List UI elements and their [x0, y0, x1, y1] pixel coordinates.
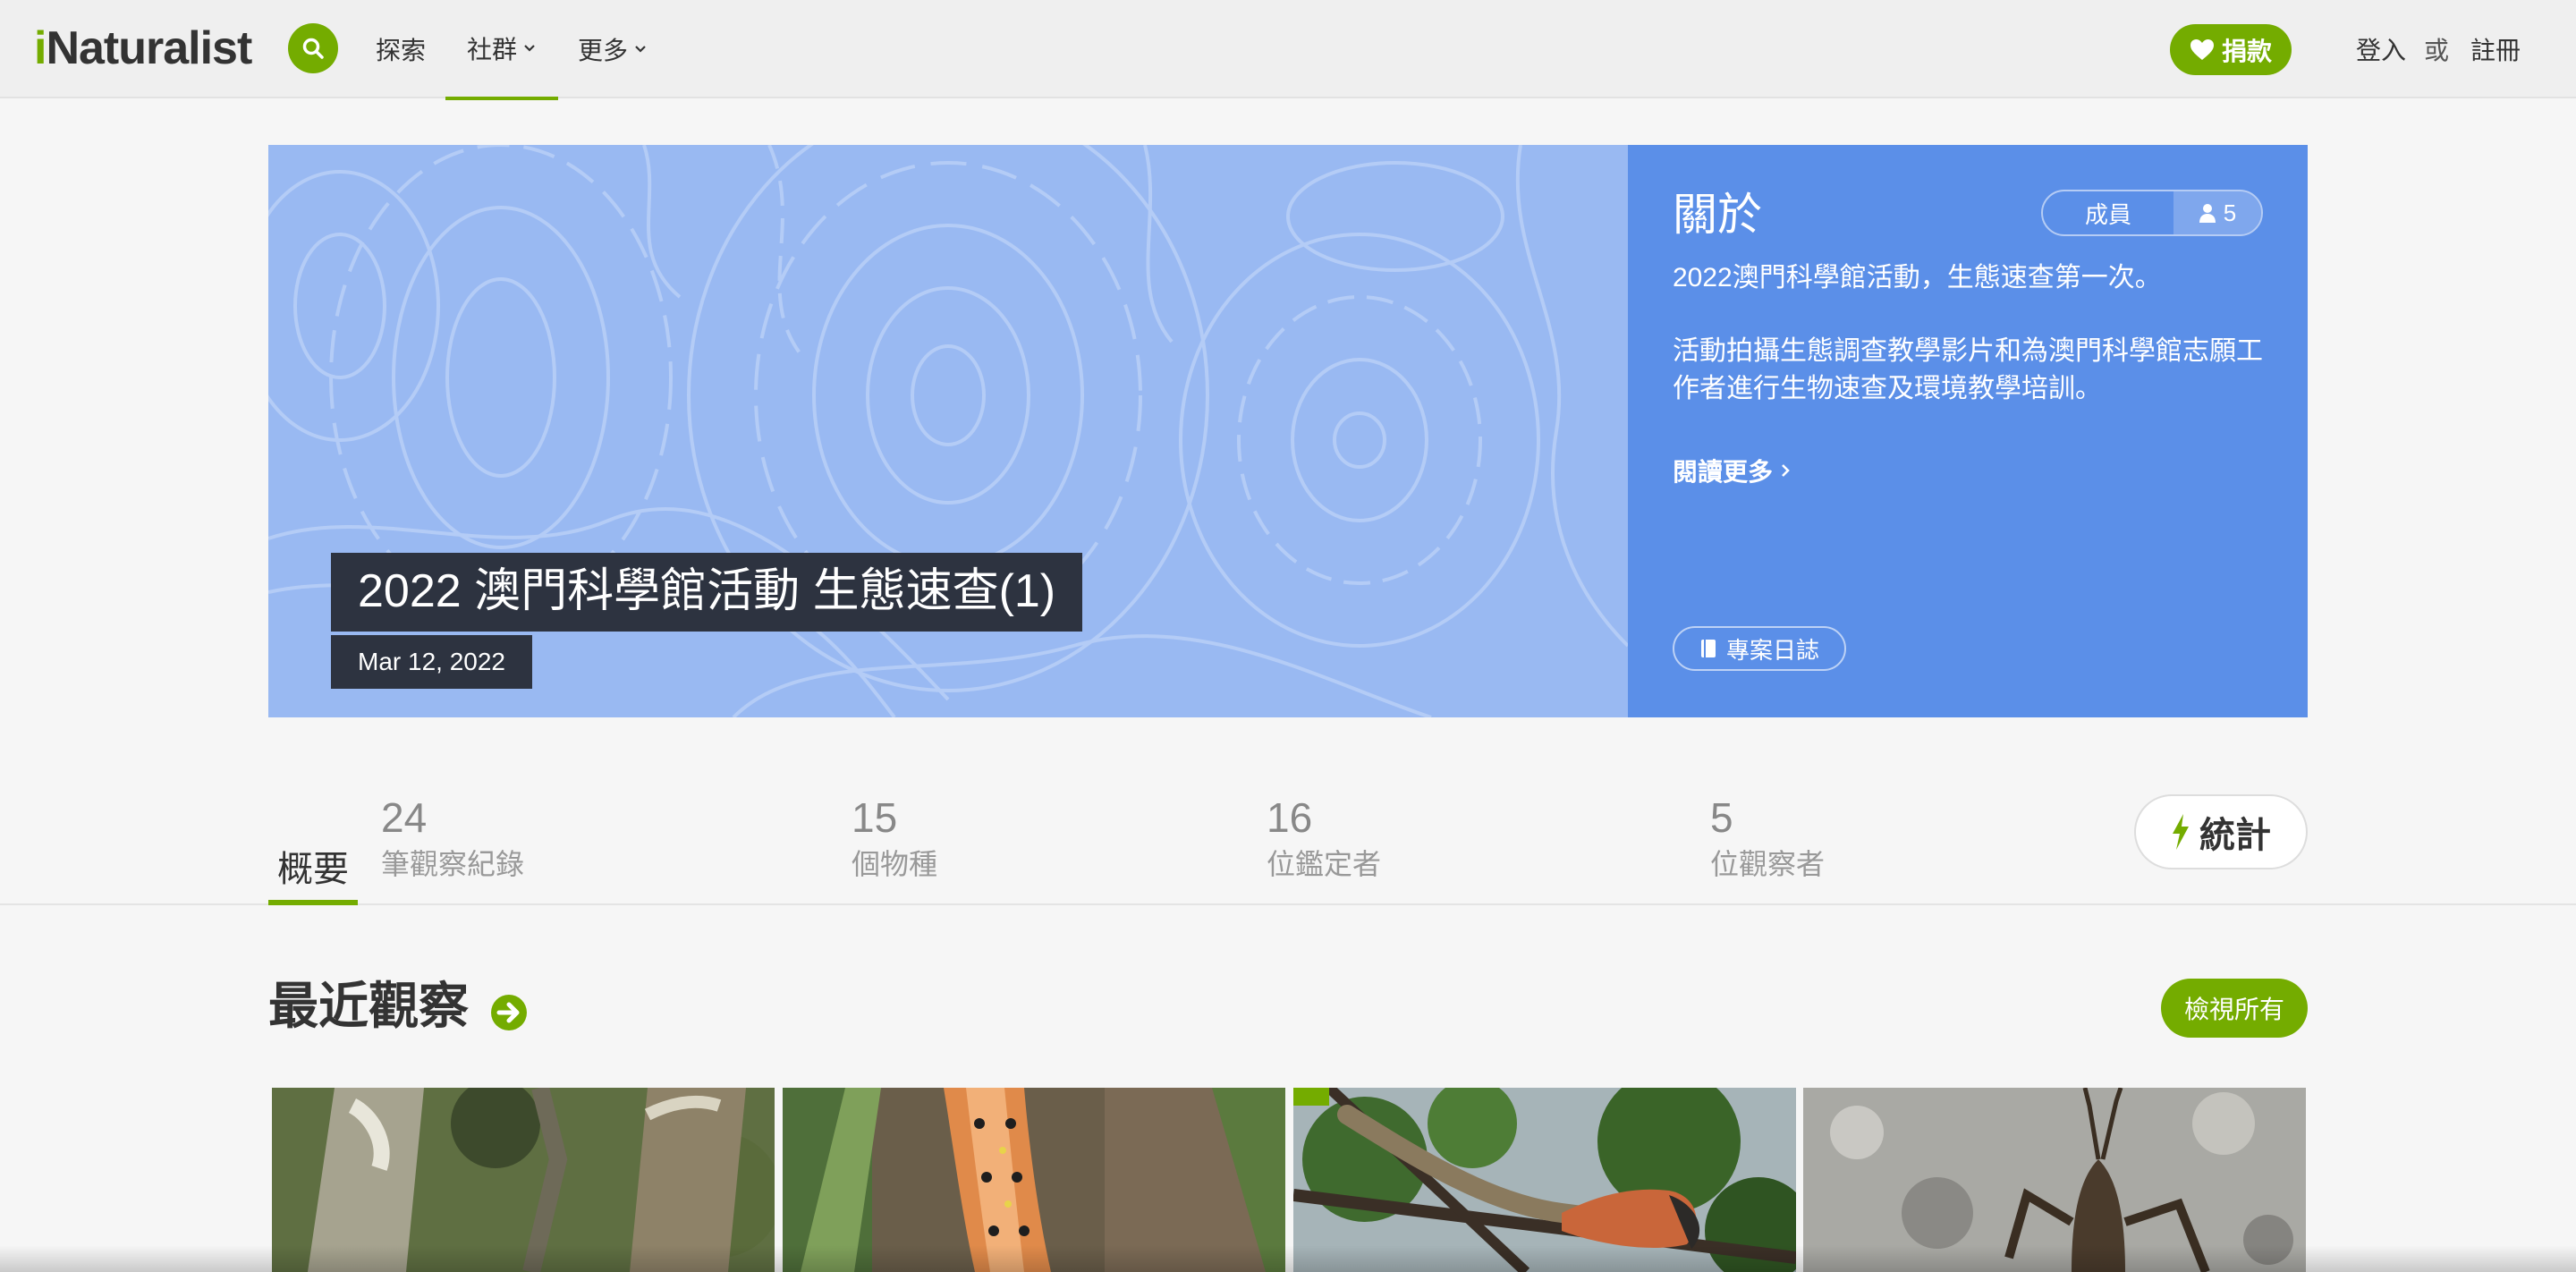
members-count: 5: [2223, 199, 2237, 226]
stats-button-label: 統計: [2199, 816, 2271, 855]
members-count-button[interactable]: 5: [2174, 191, 2261, 234]
stat-identifiers[interactable]: 16 位鑑定者: [1267, 791, 1381, 884]
logo-i: i: [34, 22, 47, 74]
topographic-pattern: [268, 145, 1628, 717]
journal-button[interactable]: 專案日誌: [1673, 626, 1847, 671]
login-label: 登入: [2356, 37, 2407, 64]
project-banner: 2022 澳門科學館活動 生態速查(1) Mar 12, 2022: [268, 145, 1628, 717]
stat-observers[interactable]: 5 位觀察者: [1710, 791, 1825, 884]
nav-more-label: 更多: [578, 37, 629, 64]
heart-icon: [2190, 38, 2214, 60]
login-link[interactable]: 登入: [2356, 0, 2406, 98]
observation-photo-tree[interactable]: [272, 1088, 775, 1272]
read-more-link[interactable]: 閱讀更多: [1673, 453, 1791, 488]
members-label: 成員: [2084, 200, 2131, 228]
view-all-button[interactable]: 檢視所有: [2161, 979, 2308, 1038]
lizard-photo-image: [1293, 1088, 1796, 1272]
book-icon: [1701, 640, 1716, 657]
members-pill: 成員 5: [2041, 190, 2263, 236]
donate-button[interactable]: 捐款: [2170, 24, 2292, 75]
signup-link[interactable]: 註冊: [2470, 0, 2521, 98]
members-button[interactable]: 成員: [2043, 191, 2174, 234]
grasshopper-photo-image: [1803, 1088, 2306, 1272]
tree-photo-image: [272, 1088, 775, 1272]
about-title: 關於: [1673, 190, 1762, 240]
nav-community[interactable]: 社群: [445, 0, 558, 100]
recent-observations-heading: 最近觀察: [268, 975, 528, 1038]
nav-explore[interactable]: 探索: [376, 0, 426, 98]
or-label: 或: [2424, 37, 2450, 64]
inaturalist-logo[interactable]: iNaturalist: [34, 20, 252, 77]
stat-species-count: 15: [852, 794, 898, 841]
observation-photo-grasshopper[interactable]: [1803, 1088, 2306, 1272]
search-button[interactable]: [288, 23, 338, 73]
observation-photo-lizard[interactable]: [1293, 1088, 1796, 1272]
arrow-right-circle-icon[interactable]: [490, 994, 528, 1031]
about-desc-line-2: 活動拍攝生態調查教學影片和為澳門科學館志願工作者進行生物速查及環境教學培訓。: [1673, 336, 2263, 403]
stat-observers-count: 5: [1710, 794, 1733, 841]
stat-observations[interactable]: 24 筆觀察紀錄: [381, 791, 524, 884]
tab-overview-label: 概要: [277, 850, 349, 889]
stat-observations-count: 24: [381, 794, 428, 841]
caterpillar-photo-image: [783, 1088, 1285, 1272]
nav-community-label: 社群: [466, 36, 517, 64]
about-panel: 關於 成員 5 2022澳門科學館活動，生態速查第一次。 活動拍攝生態調查教學影…: [1628, 145, 2308, 717]
project-title: 2022 澳門科學館活動 生態速查(1): [331, 553, 1083, 632]
observation-photo-caterpillar[interactable]: [783, 1088, 1285, 1272]
stat-species-label: 個物種: [852, 848, 938, 880]
chevron-down-icon: [633, 42, 648, 56]
chevron-right-icon: [1782, 464, 1790, 477]
or-text: 或: [2424, 0, 2449, 98]
stats-button[interactable]: 統計: [2134, 794, 2308, 869]
read-more-label: 閱讀更多: [1673, 458, 1774, 486]
signup-label: 註冊: [2470, 37, 2521, 64]
user-icon: [2199, 204, 2216, 223]
nav-explore-label: 探索: [376, 37, 427, 64]
view-all-label: 檢視所有: [2183, 996, 2284, 1023]
stat-observers-label: 位觀察者: [1710, 848, 1826, 880]
stats-divider: [0, 903, 2576, 905]
project-date: Mar 12, 2022: [331, 635, 532, 689]
stat-identifiers-label: 位鑑定者: [1267, 848, 1382, 880]
recent-observations-title: 最近觀察: [268, 978, 469, 1034]
stat-identifiers-count: 16: [1267, 794, 1313, 841]
about-description: 2022澳門科學館活動，生態速查第一次。 活動拍攝生態調查教學影片和為澳門科學館…: [1673, 259, 2263, 444]
nav-more[interactable]: 更多: [578, 0, 648, 98]
logo-text: Naturalist: [46, 22, 252, 74]
stat-species[interactable]: 15 個物種: [852, 791, 937, 884]
tab-overview[interactable]: 概要: [268, 832, 358, 905]
journal-label: 專案日誌: [1726, 636, 1820, 664]
chevron-down-icon: [522, 41, 537, 55]
stat-observations-label: 筆觀察紀錄: [381, 848, 525, 880]
donate-label: 捐款: [2221, 37, 2272, 65]
search-icon: [302, 38, 324, 59]
top-navbar: iNaturalist 探索 社群 更多 捐款 登入 或 註冊: [0, 0, 2576, 100]
lightning-icon: [2173, 814, 2189, 850]
about-desc-line-1: 2022澳門科學館活動，生態速查第一次。: [1673, 263, 2162, 293]
